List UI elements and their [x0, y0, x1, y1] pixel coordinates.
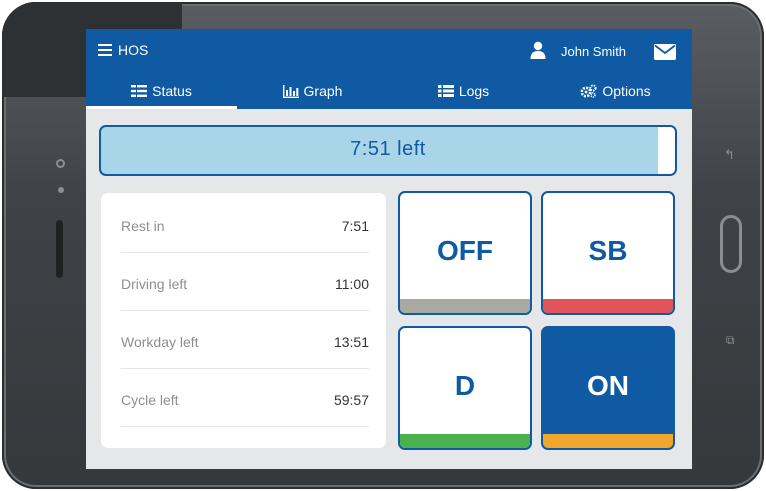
tab-status-label: Status: [152, 83, 192, 99]
hos-summary-card: Rest in 7:51 Driving left 11:00 Workday …: [101, 193, 386, 448]
info-value: 59:57: [333, 392, 369, 408]
app-screen: HOS John Smith Status Graph Logs Options…: [86, 29, 692, 469]
gears-icon: [580, 84, 597, 98]
status-sb-color-strip: [543, 299, 673, 313]
list-icon: [437, 85, 454, 97]
status-list-icon: [131, 85, 148, 97]
tab-options[interactable]: Options: [539, 73, 692, 109]
mail-icon[interactable]: [654, 44, 676, 60]
tab-bar: Status Graph Logs Options: [86, 73, 692, 109]
back-icon[interactable]: ↰: [724, 148, 735, 163]
user-icon: [530, 41, 546, 59]
status-d-button[interactable]: D: [398, 326, 532, 450]
info-label: Driving left: [121, 276, 188, 292]
status-off-color-strip: [400, 299, 530, 313]
status-off-button[interactable]: OFF: [398, 191, 532, 315]
info-value: 11:00: [335, 276, 369, 292]
tab-graph-label: Graph: [303, 83, 343, 99]
sensor-icon: [58, 187, 64, 193]
status-d-color-strip: [400, 434, 530, 448]
speaker-slot: [56, 220, 63, 278]
info-value: 13:51: [333, 334, 369, 350]
info-label: Cycle left: [121, 392, 179, 408]
tab-status[interactable]: Status: [86, 73, 237, 109]
time-left-text: 7:51 left: [350, 138, 426, 160]
info-label: Workday left: [121, 334, 199, 350]
tab-logs-label: Logs: [458, 83, 490, 99]
status-on-button[interactable]: ON: [541, 326, 675, 450]
info-row-driving: Driving left 11:00: [121, 253, 369, 311]
time-left-bar: 7:51 left: [99, 125, 677, 176]
bar-graph-icon: [282, 84, 299, 98]
status-on-color-strip: [543, 434, 673, 448]
info-row-cycle: Cycle left 59:57: [121, 369, 369, 427]
info-row-workday: Workday left 13:51: [121, 311, 369, 369]
tablet-frame: ↰ ⧉ HOS John Smith Status Graph Logs Opt…: [2, 2, 764, 489]
status-d-label: D: [454, 370, 476, 401]
status-off-label: OFF: [437, 235, 493, 266]
camera-icon: [56, 159, 65, 168]
hamburger-menu-icon[interactable]: [98, 44, 112, 56]
tab-graph[interactable]: Graph: [237, 73, 388, 109]
info-row-rest: Rest in 7:51: [121, 195, 369, 253]
tab-logs[interactable]: Logs: [388, 73, 539, 109]
info-label: Rest in: [121, 218, 165, 234]
info-value: 7:51: [341, 218, 369, 234]
user-name[interactable]: John Smith: [561, 44, 626, 59]
app-title: HOS: [118, 42, 149, 58]
recent-apps-icon[interactable]: ⧉: [726, 333, 735, 348]
status-on-label: ON: [587, 370, 629, 401]
status-sb-label: SB: [588, 235, 628, 266]
status-sb-button[interactable]: SB: [541, 191, 675, 315]
home-button[interactable]: [720, 215, 742, 273]
top-bar: HOS John Smith: [86, 29, 692, 73]
tab-options-label: Options: [602, 83, 651, 99]
